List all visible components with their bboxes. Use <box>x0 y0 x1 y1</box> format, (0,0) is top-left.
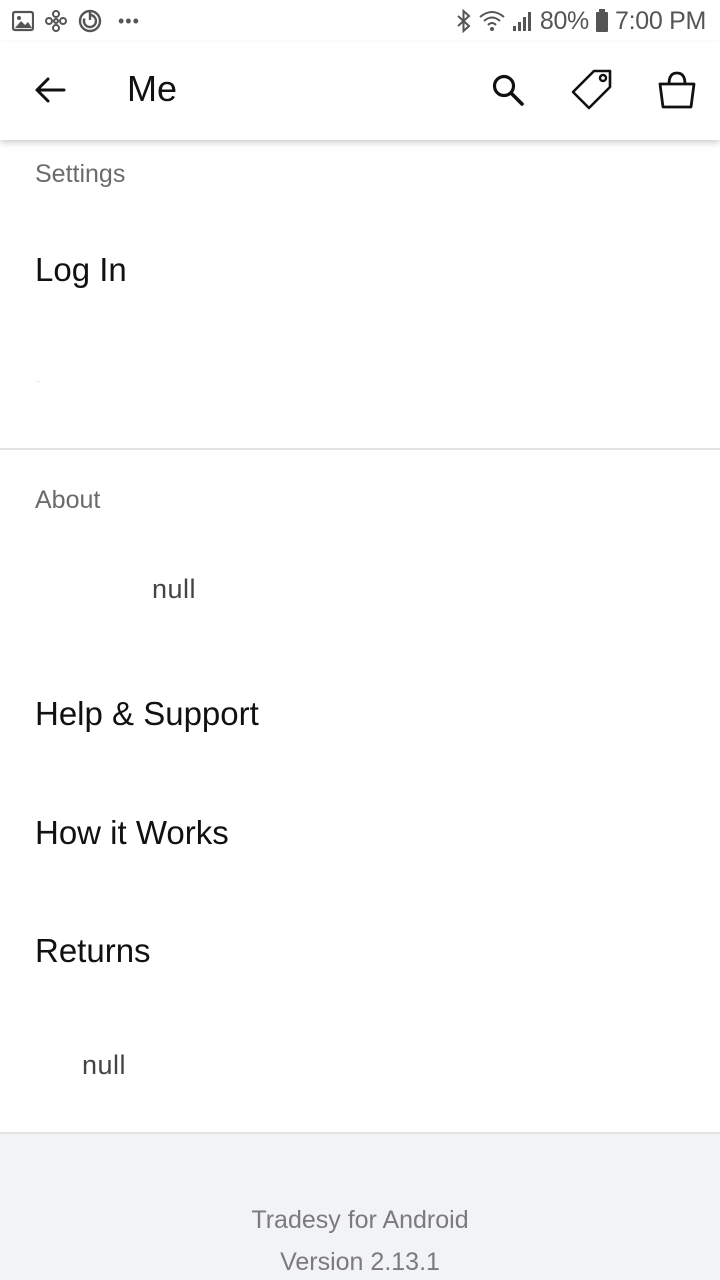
sell-tag-button[interactable] <box>570 68 614 117</box>
faded-placeholder: - <box>36 372 41 388</box>
sync-icon <box>78 9 102 33</box>
app-bar: Me <box>0 42 720 140</box>
shopping-bag-icon <box>657 70 697 115</box>
wifi-icon <box>478 10 506 32</box>
signal-icon <box>512 10 534 32</box>
version-label: Version 2.13.1 <box>280 1248 440 1276</box>
about-null-item[interactable]: null <box>152 574 196 605</box>
log-in-item[interactable]: Log In <box>0 220 720 320</box>
image-icon <box>12 10 34 32</box>
cart-button[interactable] <box>655 70 699 114</box>
section-divider <box>0 448 720 450</box>
returns-item[interactable]: Returns <box>0 901 720 1001</box>
how-it-works-item[interactable]: How it Works <box>0 783 720 883</box>
status-bar-left: ••• <box>12 9 140 33</box>
overflow-dots: ••• <box>118 10 140 31</box>
bluetooth-icon <box>456 9 472 33</box>
search-button[interactable] <box>486 70 530 114</box>
app-name-label: Tradesy for Android <box>251 1206 469 1234</box>
battery-percent: 80% <box>539 6 589 35</box>
search-icon <box>491 73 525 112</box>
clock: 7:00 PM <box>614 6 706 35</box>
settings-section-header: Settings <box>35 160 126 188</box>
help-support-item[interactable]: Help & Support <box>0 664 720 764</box>
back-arrow-icon <box>34 76 66 109</box>
footer: Tradesy for Android Version 2.13.1 <box>0 1132 720 1280</box>
pinwheel-icon <box>44 9 68 33</box>
status-bar: ••• 80% 7:00 PM <box>0 0 720 42</box>
status-bar-right: 80% 7:00 PM <box>456 7 706 36</box>
page-title: Me <box>127 68 178 109</box>
about-section-header: About <box>35 486 101 514</box>
tag-icon <box>570 68 614 117</box>
bottom-null-item[interactable]: null <box>82 1050 126 1081</box>
battery-icon <box>595 9 609 33</box>
back-button[interactable] <box>30 72 70 112</box>
